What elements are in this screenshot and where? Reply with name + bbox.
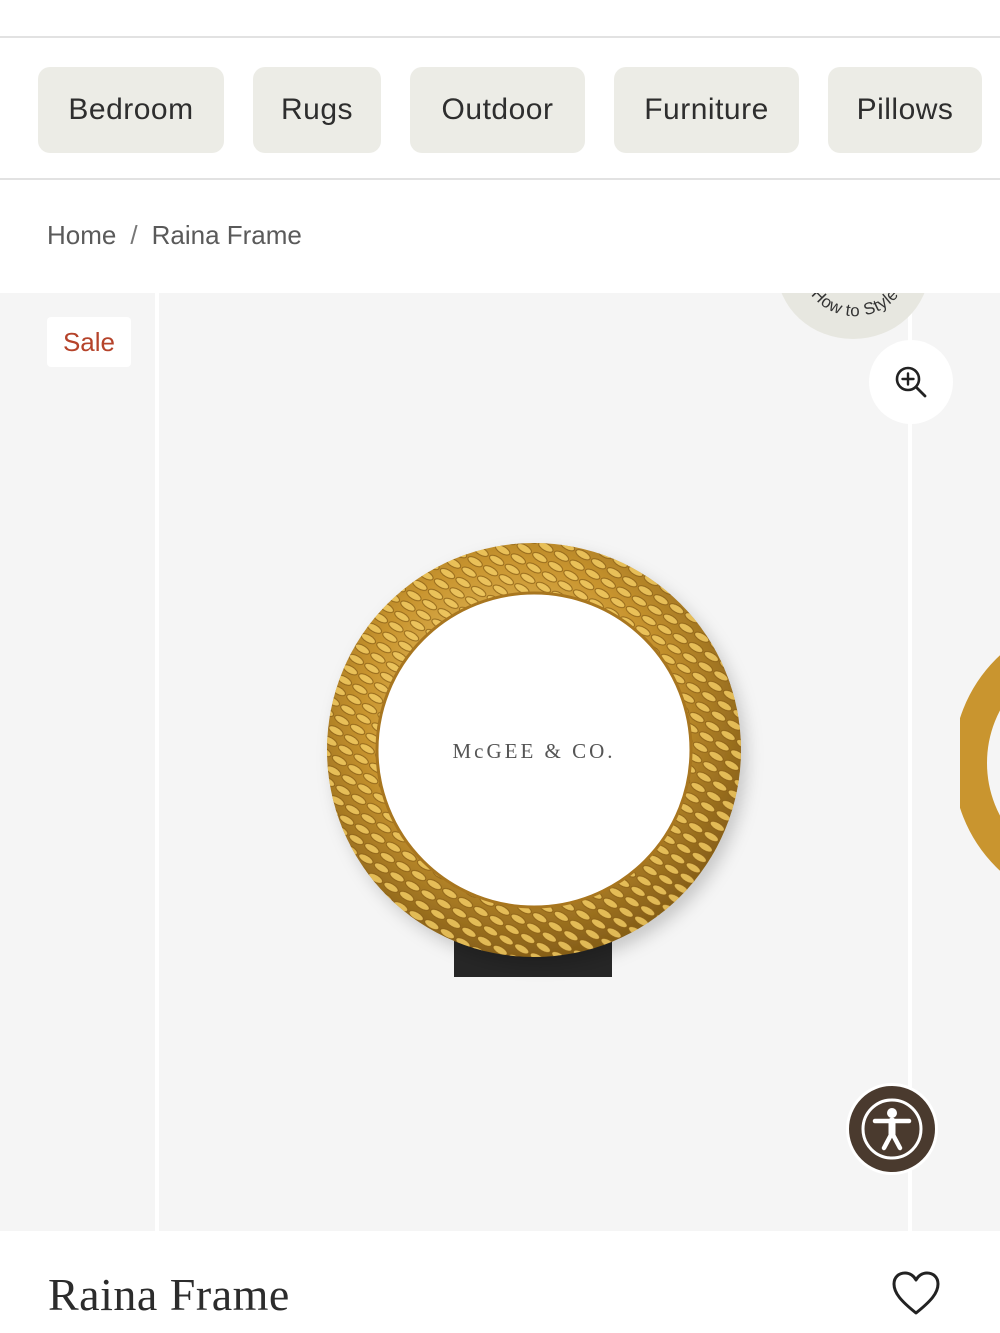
accessibility-button[interactable]	[846, 1083, 938, 1175]
breadcrumb-home-link[interactable]: Home	[47, 220, 116, 251]
nav-divider	[0, 178, 1000, 180]
category-chip-outdoor[interactable]: Outdoor	[410, 67, 585, 153]
zoom-button[interactable]	[869, 340, 953, 424]
product-title: Raina Frame	[48, 1269, 290, 1320]
heart-icon	[892, 1271, 940, 1315]
product-gallery[interactable]: Sale How to Style McGEE & CO.	[0, 293, 1000, 1231]
frame-brand-text: McGEE & CO.	[452, 739, 615, 763]
zoom-in-icon	[895, 366, 927, 398]
accessibility-person-icon	[861, 1098, 923, 1160]
next-slide-preview[interactable]	[960, 623, 1000, 903]
breadcrumb-current: Raina Frame	[151, 220, 302, 250]
category-chip-bedroom[interactable]: Bedroom	[38, 67, 224, 153]
breadcrumb: Home / Raina Frame	[47, 220, 302, 251]
category-chip-rugs[interactable]: Rugs	[253, 67, 381, 153]
category-chip-furniture[interactable]: Furniture	[614, 67, 799, 153]
category-chip-pillows[interactable]: Pillows	[828, 67, 982, 153]
product-image-raina-frame: McGEE & CO.	[327, 543, 741, 977]
breadcrumb-separator: /	[130, 220, 138, 250]
gallery-slide-divider	[155, 293, 159, 1231]
sale-badge: Sale	[47, 317, 131, 367]
wishlist-button[interactable]	[890, 1268, 942, 1318]
category-nav: Bedroom Rugs Outdoor Furniture Pillows	[0, 38, 1000, 178]
how-to-style-badge[interactable]: How to Style	[777, 293, 929, 339]
